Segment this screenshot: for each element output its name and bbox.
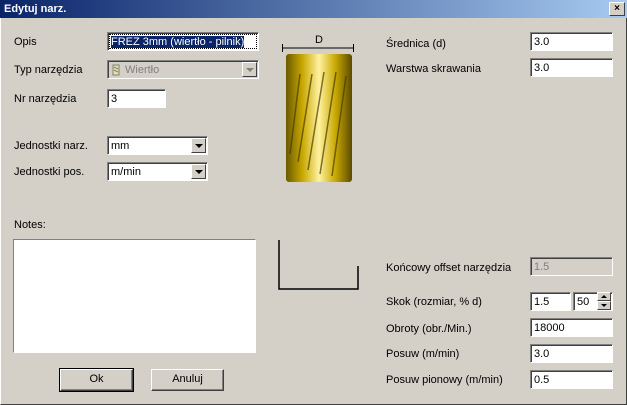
drill-icon — [112, 64, 120, 76]
obroty-label: Obroty (obr./Min.) — [386, 323, 472, 335]
notes-label: Notes: — [14, 219, 46, 231]
opis-value: FREZ 3mm (wiertło - pilnik) — [111, 36, 245, 48]
jedn-narz-select[interactable]: mm — [107, 136, 208, 155]
chevron-down-icon — [194, 169, 203, 174]
posuw-pion-input[interactable]: 0.5 — [530, 370, 613, 389]
offset-value: 1.5 — [534, 261, 550, 273]
window-title: Edytuj narz. — [4, 3, 67, 15]
arrow-down-icon — [601, 304, 607, 307]
cancel-button[interactable]: Anuluj — [151, 369, 224, 391]
opis-input[interactable]: FREZ 3mm (wiertło - pilnik) — [107, 32, 259, 51]
jedn-pos-dropdown-button[interactable] — [191, 164, 206, 179]
jedn-pos-value: m/min — [111, 166, 141, 178]
notes-textarea[interactable] — [13, 239, 256, 353]
warstwa-input[interactable]: 3.0 — [530, 58, 613, 77]
posuw-input[interactable]: 3.0 — [530, 344, 613, 363]
posuw-label: Posuw (m/min) — [386, 348, 460, 360]
jedn-narz-dropdown-button[interactable] — [191, 138, 206, 153]
srednica-input[interactable]: 3.0 — [530, 32, 613, 51]
drill-bit-icon — [286, 54, 352, 182]
warstwa-value: 3.0 — [534, 62, 550, 74]
spin-down-button[interactable] — [597, 301, 611, 310]
offset-label: Końcowy offset narzędzia — [386, 262, 512, 274]
close-button[interactable]: × — [609, 2, 625, 16]
posuw-pion-value: 0.5 — [534, 374, 550, 386]
nr-input[interactable]: 3 — [107, 89, 166, 108]
offset-input[interactable]: 1.5 — [530, 257, 613, 276]
chevron-down-icon — [194, 143, 203, 148]
warstwa-label: Warstwa skrawania — [386, 63, 481, 75]
typ-label: Typ narzędzia — [14, 64, 83, 76]
typ-select[interactable]: Wiertło — [107, 60, 259, 79]
jedn-pos-label: Jednostki pos. — [14, 166, 85, 178]
jedn-pos-select[interactable]: m/min — [107, 162, 208, 181]
jedn-narz-label: Jednostki narz. — [14, 140, 88, 152]
material-outline — [278, 240, 359, 290]
posuw-pion-label: Posuw pionowy (m/min) — [386, 374, 503, 386]
obroty-value: 18000 — [534, 322, 565, 334]
close-icon: × — [614, 3, 620, 14]
skok-value: 1.5 — [534, 296, 550, 308]
chevron-down-icon — [245, 67, 254, 72]
title-bar: Edytuj narz. × — [0, 0, 627, 18]
opis-label: Opis — [14, 36, 37, 48]
jedn-narz-value: mm — [111, 140, 130, 152]
srednica-label: Średnica (d) — [386, 38, 446, 50]
typ-dropdown-button[interactable] — [242, 62, 257, 77]
nr-label: Nr narzędzia — [14, 93, 77, 105]
typ-value: Wiertło — [125, 64, 160, 76]
posuw-value: 3.0 — [534, 348, 550, 360]
srednica-value: 3.0 — [534, 36, 550, 48]
obroty-input[interactable]: 18000 — [530, 318, 613, 337]
skok-input[interactable]: 1.5 — [530, 292, 571, 311]
skok-percent-value: 50 — [577, 296, 590, 308]
nr-value: 3 — [111, 93, 118, 105]
tool-diagram — [282, 44, 354, 182]
skok-label: Skok (rozmiar, % d) — [386, 296, 482, 308]
skok-percent-spinner[interactable] — [597, 292, 611, 310]
ok-button[interactable]: Ok — [59, 368, 134, 392]
arrow-up-icon — [601, 295, 607, 298]
spin-up-button[interactable] — [597, 292, 611, 301]
